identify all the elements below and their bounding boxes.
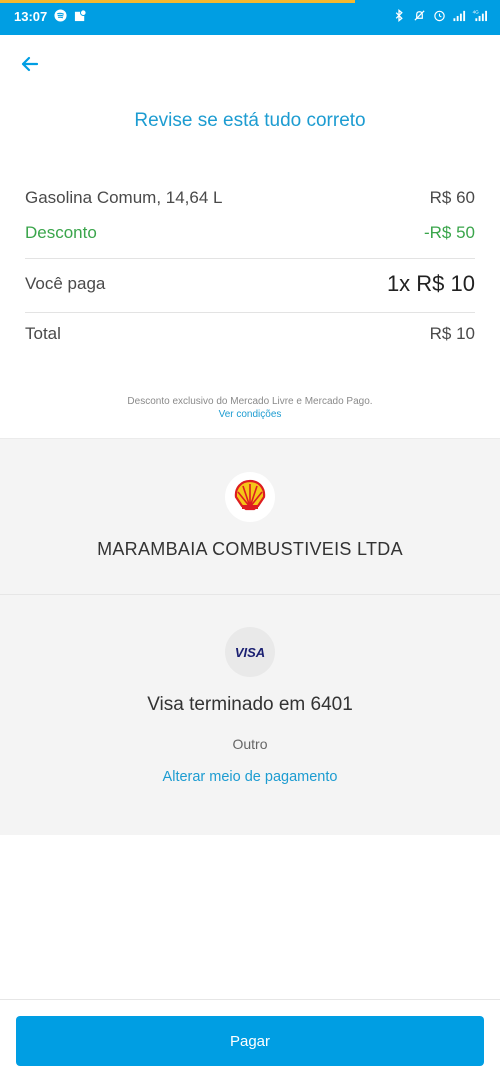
conditions-link[interactable]: Ver condições [0,409,500,420]
spotify-icon [53,9,67,23]
change-payment-link[interactable]: Alterar meio de pagamento [0,769,500,785]
status-progress-bar [0,0,355,3]
item-row: Gasolina Comum, 14,64 L R$ 60 [25,188,475,208]
status-right-icons: 4G [392,9,487,23]
back-arrow-icon[interactable] [18,52,42,76]
merchant-name: MARAMBAIA COMBUSTIVEIS LTDA [97,539,403,559]
divider [25,258,475,259]
visa-card-icon: VISA [225,627,275,677]
merchant-logo [225,472,275,522]
signal-4g-icon: 4G [472,9,487,23]
pay-button[interactable]: Pagar [16,1016,484,1066]
card-type: Outro [232,736,268,752]
signal-icon [452,9,466,23]
shell-logo-icon [233,479,267,516]
total-value: R$ 10 [429,324,475,343]
bluetooth-icon [392,9,406,23]
discount-label: Desconto [25,223,97,242]
item-value: R$ 60 [429,188,475,207]
page-title: Revise se está tudo correto [134,110,366,131]
discount-disclaimer: Desconto exclusivo do Mercado Livre e Me… [127,396,373,407]
mute-icon [412,9,426,23]
item-label: Gasolina Comum, 14,64 L [25,188,223,207]
status-left-icons [53,9,87,23]
alarm-icon [432,9,446,23]
total-row: Total R$ 10 [25,324,475,344]
you-pay-label: Você paga [25,274,106,293]
card-description: Visa terminado em 6401 [147,694,353,715]
maps-icon [73,9,87,23]
section-divider [0,594,500,595]
visa-brand-label: VISA [234,644,266,660]
you-pay-row: Você paga 1x R$ 10 [25,271,475,297]
total-label: Total [25,324,61,343]
discount-row: Desconto -R$ 50 [25,223,475,243]
discount-value: -R$ 50 [423,223,475,242]
bottom-divider [0,999,500,1000]
status-bar: 13:07 4G [0,0,500,35]
you-pay-value: 1x R$ 10 [386,271,475,296]
divider [25,312,475,313]
svg-text:4G: 4G [473,10,480,15]
status-time: 13:07 [14,9,48,24]
